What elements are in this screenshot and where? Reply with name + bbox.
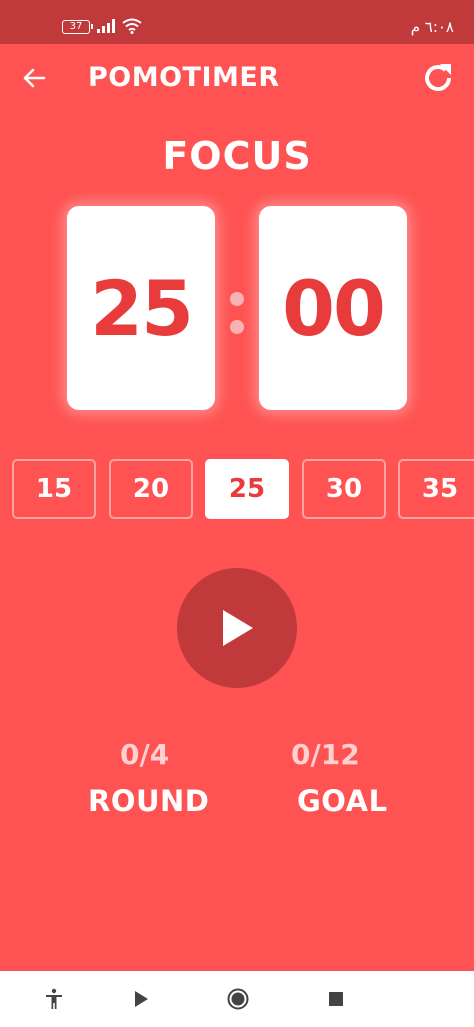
home-icon[interactable] — [226, 987, 250, 1011]
minutes-value: 25 — [90, 263, 194, 353]
signal-icon — [97, 19, 115, 33]
seconds-value: 00 — [282, 263, 386, 353]
play-button[interactable] — [177, 568, 297, 688]
arrow-left-icon[interactable] — [20, 64, 48, 92]
goal-count: 0/12 — [291, 738, 360, 771]
preset-option[interactable]: 15 — [12, 459, 96, 519]
wifi-icon — [122, 18, 142, 34]
battery-icon: 37 — [62, 20, 93, 34]
round-label: ROUND — [88, 784, 210, 818]
status-clock: ٦:٠٨ م — [410, 18, 454, 36]
page-title: POMOTIMER — [88, 62, 280, 93]
system-nav-bar — [0, 971, 474, 1027]
preset-option-selected[interactable]: 25 — [205, 459, 289, 519]
play-icon — [223, 610, 253, 646]
minutes-card: 25 — [67, 206, 215, 410]
preset-option[interactable]: 30 — [302, 459, 386, 519]
timer-mode-label: FOCUS — [162, 134, 312, 178]
status-bar: 37 ٦:٠٨ م — [0, 0, 474, 44]
play-nav-icon[interactable] — [129, 987, 153, 1011]
duration-presets: 15 20 25 30 35 — [0, 459, 474, 519]
refresh-icon[interactable] — [420, 60, 456, 96]
round-count: 0/4 — [120, 738, 170, 771]
accessibility-icon[interactable] — [42, 987, 66, 1011]
preset-option[interactable]: 20 — [109, 459, 193, 519]
seconds-card: 00 — [259, 206, 407, 410]
time-separator — [230, 292, 244, 348]
goal-label: GOAL — [297, 784, 388, 818]
app-bar: POMOTIMER — [0, 44, 474, 110]
stop-icon[interactable] — [324, 987, 348, 1011]
preset-option[interactable]: 35 — [398, 459, 474, 519]
